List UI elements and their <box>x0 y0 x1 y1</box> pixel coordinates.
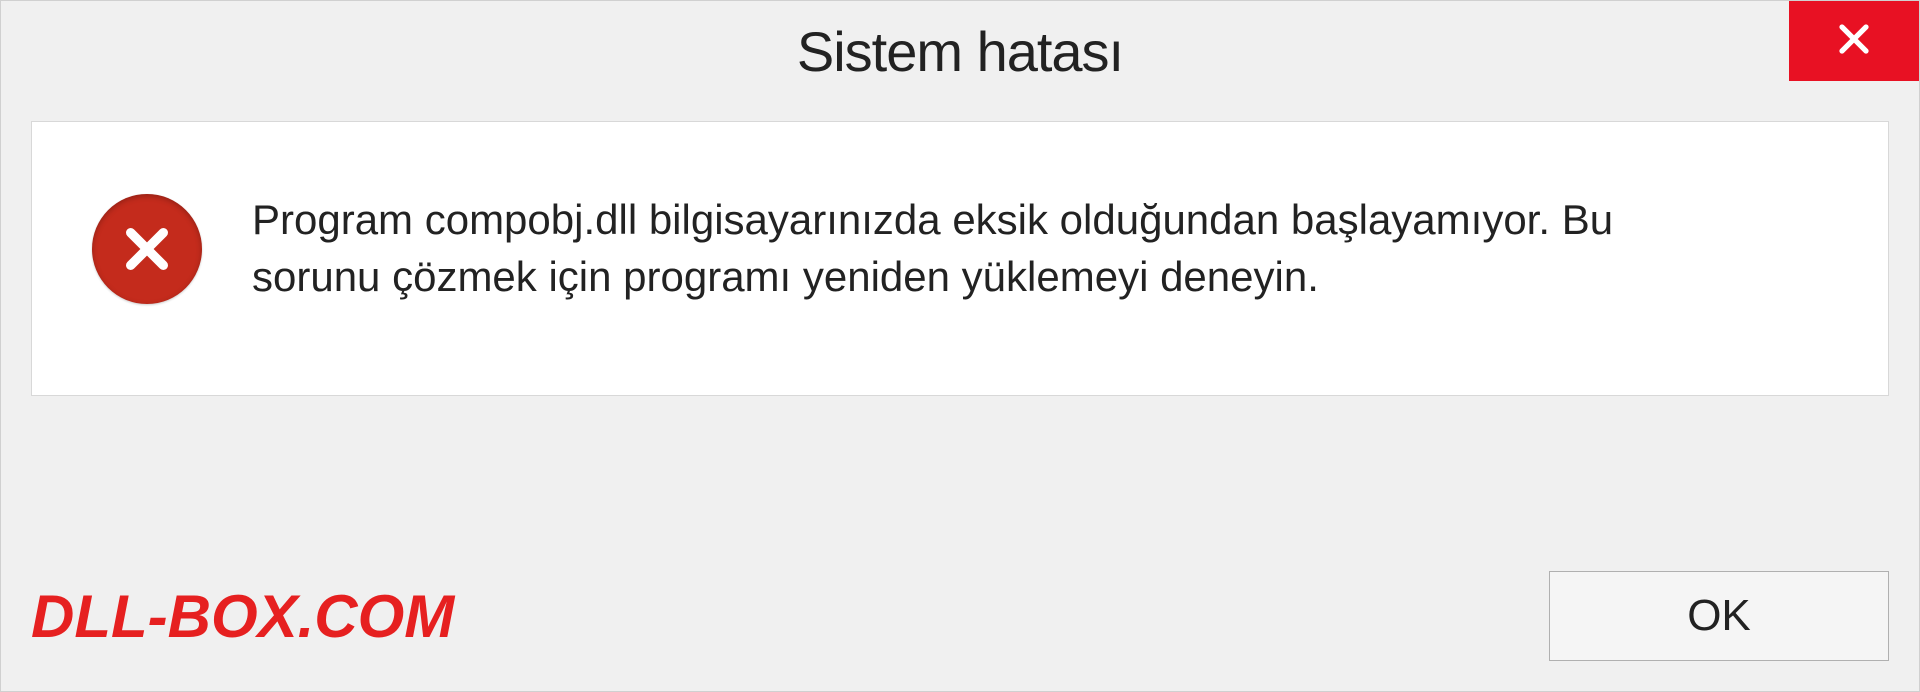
watermark-text: DLL-BOX.COM <box>31 582 454 651</box>
ok-button[interactable]: OK <box>1549 571 1889 661</box>
content-area: Program compobj.dll bilgisayarınızda eks… <box>31 121 1889 396</box>
dialog-title: Sistem hatası <box>797 19 1123 84</box>
error-message: Program compobj.dll bilgisayarınızda eks… <box>252 192 1752 305</box>
close-icon <box>1836 21 1872 62</box>
footer-area: DLL-BOX.COM OK <box>31 571 1889 661</box>
close-button[interactable] <box>1789 1 1919 81</box>
error-icon <box>92 194 202 304</box>
titlebar: Sistem hatası <box>1 1 1919 101</box>
